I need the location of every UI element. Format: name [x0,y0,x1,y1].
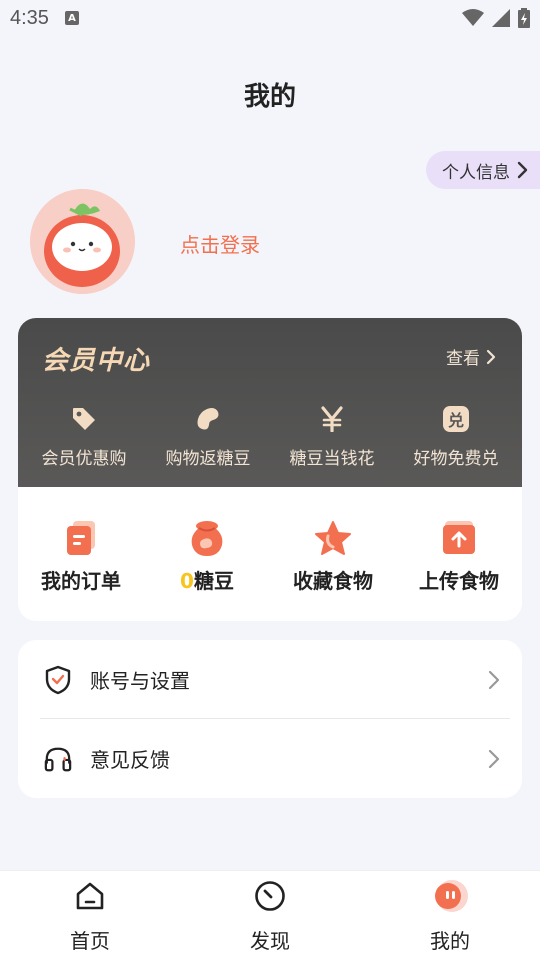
bean-count: 0 [180,569,194,593]
chevron-right-icon [517,161,528,179]
vip-perk-exchange[interactable]: 兑 好物免费兑 [400,404,512,469]
headset-icon [44,747,72,771]
vip-title: 会员中心 [42,346,151,376]
nav-home[interactable]: 首页 [30,879,150,954]
sugar-beans-button[interactable]: 0糖豆 [147,519,267,594]
feedback-row[interactable]: 意见反馈 [18,719,522,798]
nav-label: 我的 [430,929,470,953]
star-icon [315,521,351,555]
notification-a-icon: A [64,11,79,25]
personal-info-button[interactable]: 个人信息 [426,151,540,189]
account-settings-row[interactable]: 账号与设置 [18,640,522,719]
nav-label: 发现 [250,929,290,953]
tomato-mascot-icon [30,189,135,294]
status-bar: 4:35 A [0,0,540,36]
shield-icon [45,665,71,694]
vip-perk-label: 购物返糖豆 [165,449,251,469]
vip-perk-label: 会员优惠购 [41,449,127,469]
action-label: 上传食物 [419,569,499,593]
vip-perk-cashback[interactable]: 购物返糖豆 [152,404,264,469]
status-time: 4:35 [10,6,49,29]
chevron-right-icon [486,349,496,364]
row-label: 账号与设置 [90,669,190,693]
yen-icon [321,406,343,432]
avatar[interactable] [30,189,135,294]
upload-icon [443,521,475,554]
upload-food-button[interactable]: 上传食物 [399,519,519,594]
bean-bag-icon [191,521,223,556]
personal-info-label: 个人信息 [442,162,510,183]
nav-discover[interactable]: 发现 [210,879,330,954]
battery-icon [518,8,530,28]
vip-center-card[interactable]: 会员中心 查看 会员优惠购 购物返糖豆 糖豆当钱花 兑 好物免费兑 [18,318,522,488]
settings-list: 账号与设置 意见反馈 [18,640,522,798]
bean-icon [197,408,219,430]
row-label: 意见反馈 [90,748,170,772]
vip-perk-spend[interactable]: 糖豆当钱花 [276,404,388,469]
vip-perk-label: 糖豆当钱花 [289,449,375,469]
mascot-icon [435,880,468,912]
login-link[interactable]: 点击登录 [180,229,260,258]
bottom-nav: 首页 发现 我的 [0,870,540,960]
my-orders-button[interactable]: 我的订单 [21,519,141,594]
exchange-icon: 兑 [443,406,469,432]
bean-label: 糖豆 [193,569,234,593]
signal-icon [492,9,510,27]
order-icon [67,521,95,555]
action-label: 0糖豆 [180,565,234,594]
home-icon [76,882,104,910]
action-label: 我的订单 [41,569,121,593]
vip-view-label: 查看 [446,349,480,369]
favorite-foods-button[interactable]: 收藏食物 [273,519,393,594]
vip-perk-discount[interactable]: 会员优惠购 [28,404,140,469]
tag-icon [73,408,95,430]
chevron-right-icon [488,670,500,689]
vip-view-button[interactable]: 查看 [446,344,496,369]
nav-mine[interactable]: 我的 [390,879,510,954]
page-title: 我的 [243,82,296,112]
chevron-right-icon [488,749,500,768]
quick-actions-card: 我的订单 0糖豆 收藏食物 上传食物 [18,487,522,621]
action-label: 收藏食物 [293,569,373,593]
wifi-icon [462,9,484,26]
nav-label: 首页 [70,929,110,953]
vip-perk-label: 好物免费兑 [413,449,499,469]
compass-icon [255,881,285,911]
